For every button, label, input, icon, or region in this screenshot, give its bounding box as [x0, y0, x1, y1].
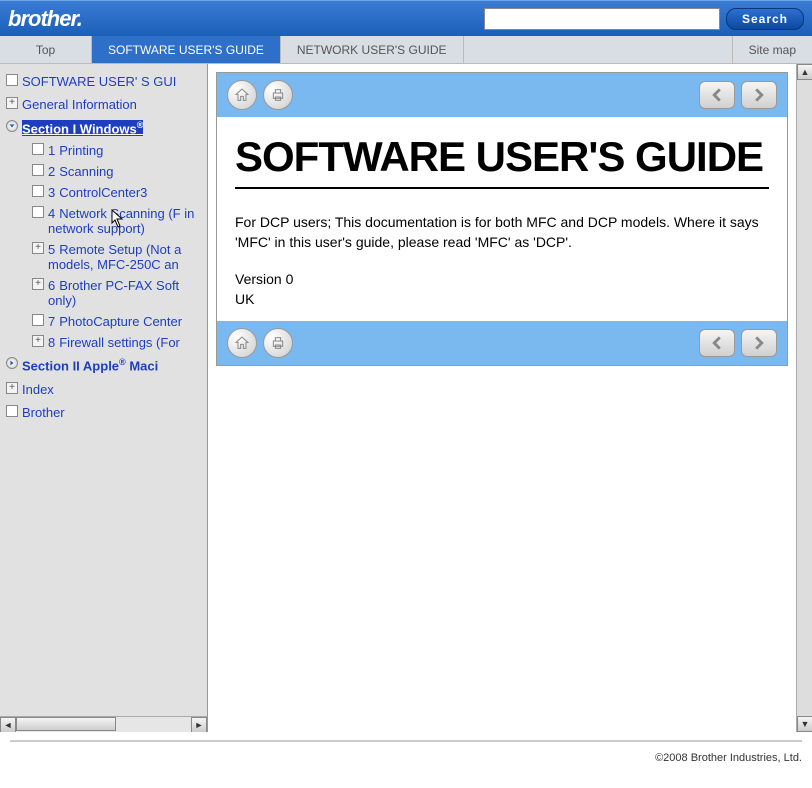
content-toolbar-bottom: [217, 321, 787, 365]
expand-right-icon: [6, 357, 18, 369]
tree-label: Index: [22, 382, 54, 397]
footer: ©2008 Brother Industries, Ltd.: [10, 740, 802, 774]
doc-icon: [32, 143, 44, 155]
prev-button[interactable]: [699, 81, 735, 109]
tree-label: 6Brother PC-FAX Soft only): [48, 278, 207, 308]
sidebar-hscrollbar[interactable]: ◄ ►: [0, 716, 207, 732]
tree-label: 4Network Scanning (F in network support): [48, 206, 207, 236]
prev-button[interactable]: [699, 329, 735, 357]
scroll-thumb[interactable]: [16, 717, 116, 731]
copyright-text: ©2008 Brother Industries, Ltd.: [655, 752, 802, 764]
tree-label: 3ControlCenter3: [48, 185, 147, 200]
doc-icon: [32, 314, 44, 326]
tree-label: General Information: [22, 97, 137, 112]
print-button[interactable]: [263, 328, 293, 358]
document-body: SOFTWARE USER'S GUIDE For DCP users; Thi…: [217, 117, 787, 321]
tree-item-pcfax[interactable]: + 6Brother PC-FAX Soft only): [32, 275, 207, 311]
intro-paragraph: For DCP users; This documentation is for…: [235, 213, 769, 252]
nav-tree: SOFTWARE USER' S GUI + General Informati…: [0, 64, 207, 430]
tree-item-section-windows[interactable]: Section I Windows®: [6, 116, 207, 140]
scroll-up-icon[interactable]: ▲: [797, 64, 812, 80]
doc-icon: [6, 405, 18, 417]
search-area: Search: [484, 8, 804, 30]
tree-item-brother[interactable]: Brother: [6, 401, 207, 424]
print-icon: [270, 335, 286, 351]
content-inner: SOFTWARE USER'S GUIDE For DCP users; Thi…: [208, 64, 796, 732]
home-icon: [234, 335, 250, 351]
tab-bar: Top SOFTWARE USER'S GUIDE NETWORK USER'S…: [0, 36, 812, 64]
print-button[interactable]: [263, 80, 293, 110]
chevron-right-icon: [752, 336, 766, 350]
tree-item-index[interactable]: + Index: [6, 378, 207, 401]
scroll-track[interactable]: [16, 717, 191, 732]
tab-network-guide[interactable]: NETWORK USER'S GUIDE: [281, 36, 464, 63]
tree-label: 7PhotoCapture Center: [48, 314, 182, 329]
tree-label: Section II Apple® Maci: [22, 357, 158, 373]
content-vscrollbar[interactable]: ▲ ▼: [796, 64, 812, 732]
content-pane: SOFTWARE USER'S GUIDE For DCP users; Thi…: [208, 64, 812, 732]
next-button[interactable]: [741, 81, 777, 109]
page-title: SOFTWARE USER'S GUIDE: [235, 135, 769, 189]
content-toolbar-top: [217, 73, 787, 117]
chevron-left-icon: [710, 336, 724, 350]
tree-item-general-info[interactable]: + General Information: [6, 93, 207, 116]
home-button[interactable]: [227, 80, 257, 110]
tab-sitemap[interactable]: Site map: [732, 36, 812, 63]
tree-item-photocapture[interactable]: 7PhotoCapture Center: [32, 311, 207, 332]
search-button[interactable]: Search: [726, 8, 804, 30]
doc-icon: [32, 206, 44, 218]
plus-icon: +: [32, 278, 44, 290]
tree-item-printing[interactable]: 1Printing: [32, 140, 207, 161]
print-icon: [270, 87, 286, 103]
content-box: SOFTWARE USER'S GUIDE For DCP users; Thi…: [216, 72, 788, 366]
version-text: Version 0: [235, 270, 769, 290]
tree-sub-windows: 1Printing 2Scanning 3ControlCenter3 4Net…: [6, 140, 207, 353]
search-input[interactable]: [484, 8, 720, 30]
doc-icon: [32, 185, 44, 197]
tree-label: Section I Windows®: [22, 120, 143, 136]
region-text: UK: [235, 290, 769, 310]
tree-item-network-scanning[interactable]: 4Network Scanning (F in network support): [32, 203, 207, 239]
body-area: SOFTWARE USER' S GUI + General Informati…: [0, 64, 812, 732]
chevron-right-icon: [752, 88, 766, 102]
tab-software-guide[interactable]: SOFTWARE USER'S GUIDE: [92, 36, 281, 63]
home-button[interactable]: [227, 328, 257, 358]
tree-label: 1Printing: [48, 143, 103, 158]
plus-icon: +: [32, 335, 44, 347]
expand-down-icon: [6, 120, 18, 132]
app-header: brother. Search: [0, 0, 812, 36]
tree-item-scanning[interactable]: 2Scanning: [32, 161, 207, 182]
tree-item-software-guide[interactable]: SOFTWARE USER' S GUI: [6, 70, 207, 93]
tree-item-firewall[interactable]: + 8Firewall settings (For: [32, 332, 207, 353]
scroll-right-icon[interactable]: ►: [191, 717, 207, 732]
next-button[interactable]: [741, 329, 777, 357]
plus-icon: +: [6, 382, 18, 394]
tree-item-remote-setup[interactable]: + 5Remote Setup (Not a models, MFC-250C …: [32, 239, 207, 275]
tree-label: 5Remote Setup (Not a models, MFC-250C an: [48, 242, 207, 272]
scroll-down-icon[interactable]: ▼: [797, 716, 812, 732]
tree-label: 8Firewall settings (For: [48, 335, 180, 350]
sidebar: SOFTWARE USER' S GUI + General Informati…: [0, 64, 208, 732]
home-icon: [234, 87, 250, 103]
plus-icon: +: [32, 242, 44, 254]
tree-item-controlcenter[interactable]: 3ControlCenter3: [32, 182, 207, 203]
doc-icon: [32, 164, 44, 176]
tree-label: SOFTWARE USER' S GUI: [22, 74, 176, 89]
tree-item-section-mac[interactable]: Section II Apple® Maci: [6, 353, 207, 377]
tree-label: Brother: [22, 405, 65, 420]
chevron-left-icon: [710, 88, 724, 102]
brother-logo: brother.: [8, 6, 82, 32]
tree-label: 2Scanning: [48, 164, 113, 179]
tab-top[interactable]: Top: [0, 36, 92, 63]
doc-meta: Version 0 UK: [235, 270, 769, 309]
scroll-left-icon[interactable]: ◄: [0, 717, 16, 732]
plus-icon: +: [6, 97, 18, 109]
doc-icon: [6, 74, 18, 86]
